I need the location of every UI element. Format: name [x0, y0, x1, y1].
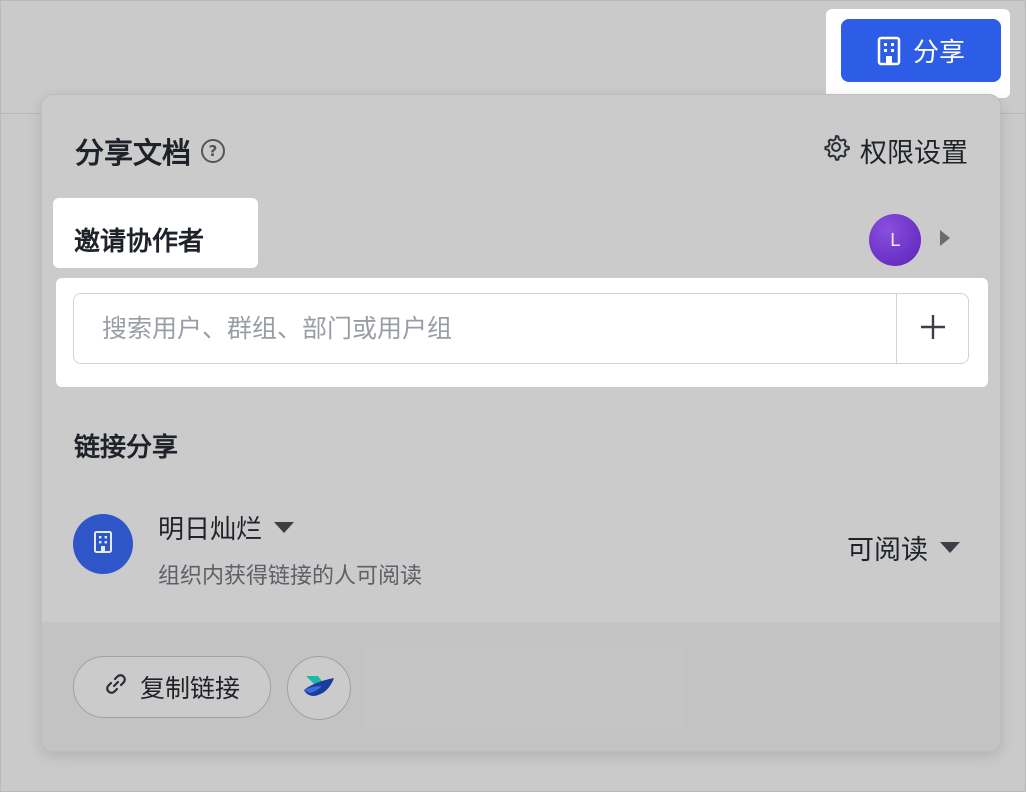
- search-box: [73, 293, 969, 364]
- lark-icon: [302, 672, 336, 704]
- help-icon[interactable]: ?: [201, 139, 226, 163]
- access-level-label: 可阅读: [847, 535, 928, 566]
- building-icon: [877, 36, 901, 66]
- copy-link-button[interactable]: 复制链接: [73, 656, 271, 718]
- access-level-dropdown[interactable]: 可阅读: [847, 528, 960, 567]
- caret-right-icon[interactable]: [940, 230, 950, 246]
- caret-down-icon: [940, 542, 960, 553]
- org-name: 明日灿烂: [158, 515, 263, 545]
- caret-down-icon: [274, 522, 295, 533]
- gear-icon: [822, 133, 850, 168]
- panel-title-text: 分享文档: [75, 136, 192, 170]
- share-button-label: 分享: [912, 38, 965, 68]
- org-avatar: [73, 514, 133, 574]
- search-input[interactable]: [74, 294, 896, 363]
- placeholder-block: [363, 649, 685, 727]
- invite-collaborators-label: 邀请协作者: [74, 227, 205, 257]
- screen: 分享 分享文档 ? 权限设置 邀请协作者 L 搜索用户、群组、部门或用户组 链接…: [0, 0, 1026, 792]
- permission-settings-label: 权限设置: [860, 138, 968, 169]
- link-share-label: 链接分享: [74, 433, 179, 463]
- copy-link-label: 复制链接: [139, 674, 240, 703]
- link-icon: [104, 672, 128, 702]
- building-icon: [93, 530, 113, 558]
- panel-title: 分享文档 ?: [75, 130, 226, 172]
- avatar[interactable]: L: [869, 214, 921, 266]
- share-button[interactable]: 分享: [841, 19, 1001, 82]
- plus-icon: [919, 313, 947, 345]
- org-scope-description: 组织内获得链接的人可阅读: [158, 564, 423, 589]
- lark-share-button[interactable]: [287, 656, 351, 720]
- add-collaborator-button[interactable]: [896, 294, 968, 363]
- permission-settings-button[interactable]: 权限设置: [822, 131, 968, 170]
- org-scope-dropdown[interactable]: 明日灿烂: [158, 509, 295, 546]
